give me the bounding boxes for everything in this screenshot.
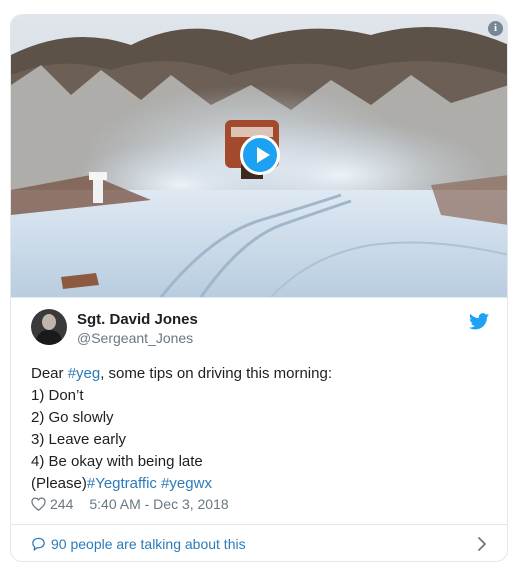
tweet-header: Sgt. David Jones @Sergeant_Jones bbox=[31, 309, 489, 351]
info-icon[interactable] bbox=[488, 21, 503, 36]
speech-bubble-icon bbox=[32, 537, 45, 551]
tweet-line-3: 2) Go slowly bbox=[31, 409, 114, 426]
author-handle[interactable]: @Sergeant_Jones bbox=[77, 330, 193, 346]
video-thumbnail[interactable] bbox=[11, 15, 507, 298]
tweet-line-1: Dear #yeg, some tips on driving this mor… bbox=[31, 363, 489, 385]
hashtag-yegtraffic[interactable]: #Yegtraffic bbox=[87, 475, 157, 492]
avatar[interactable] bbox=[31, 309, 67, 345]
tweet-line-1-prefix: Dear bbox=[31, 365, 68, 382]
tweet-line-5: 4) Be okay with being late bbox=[31, 453, 203, 470]
chevron-right-icon[interactable] bbox=[477, 537, 487, 551]
like-count[interactable]: 244 bbox=[50, 496, 73, 512]
conversation-footer[interactable]: 90 people are talking about this bbox=[11, 524, 507, 561]
heart-icon[interactable] bbox=[31, 497, 46, 511]
tweet-line-4: 3) Leave early bbox=[31, 431, 127, 448]
hashtag-yegwx[interactable]: #yegwx bbox=[161, 475, 212, 492]
tweet-text: Dear #yeg, some tips on driving this mor… bbox=[31, 363, 489, 495]
tweet-line-6: (Please)#Yegtraffic #yegwx bbox=[31, 473, 489, 495]
timestamp[interactable]: 5:40 AM - Dec 3, 2018 bbox=[89, 496, 228, 512]
embedded-tweet-card: Sgt. David Jones @Sergeant_Jones Dear #y… bbox=[10, 14, 508, 562]
tweet-line-6-prefix: (Please) bbox=[31, 475, 87, 492]
play-icon[interactable] bbox=[240, 135, 280, 175]
conversation-link[interactable]: 90 people are talking about this bbox=[31, 536, 246, 552]
author-name[interactable]: Sgt. David Jones bbox=[77, 311, 198, 328]
tweet-line-2: 1) Don’t bbox=[31, 387, 84, 404]
talking-count-label[interactable]: 90 people are talking about this bbox=[51, 536, 246, 552]
tweet-line-1-suffix: , some tips on driving this morning: bbox=[100, 365, 332, 382]
hashtag-yeg[interactable]: #yeg bbox=[68, 365, 101, 382]
twitter-bird-icon[interactable] bbox=[469, 313, 489, 330]
tweet-meta: 244 5:40 AM - Dec 3, 2018 bbox=[31, 496, 229, 512]
